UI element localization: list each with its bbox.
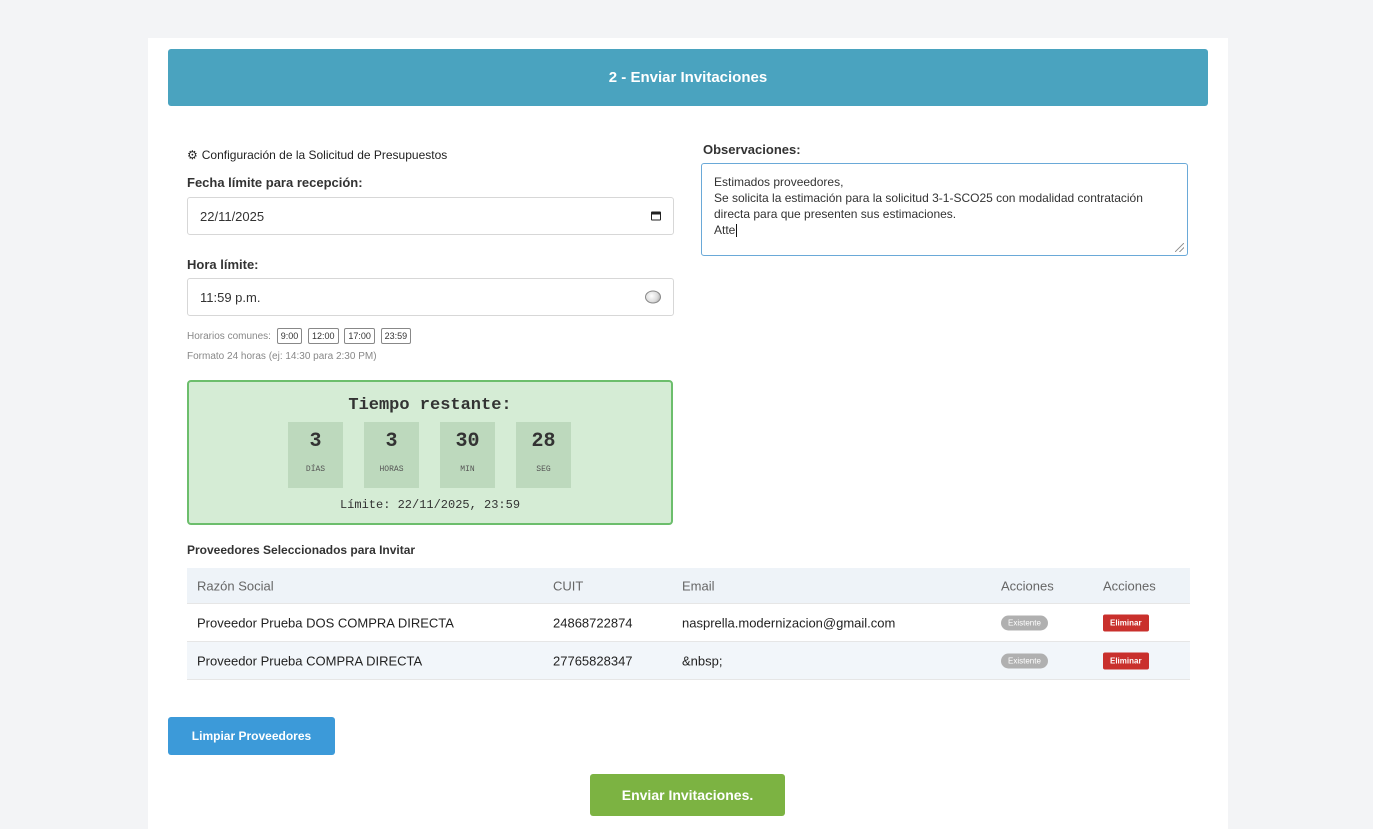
time-label: Hora límite: (187, 257, 259, 272)
gear-icon: ⚙ (187, 148, 198, 162)
col-razon-social: Razón Social (197, 578, 274, 593)
col-acciones-1: Acciones (1001, 578, 1054, 593)
supplier-cuit: 27765828347 (553, 653, 633, 668)
time-chip-12[interactable]: 12:00 (308, 328, 339, 344)
format-hint: Formato 24 horas (ej: 14:30 para 2:30 PM… (187, 351, 377, 362)
observations-label: Observaciones: (703, 142, 801, 157)
delete-button[interactable]: Eliminar (1103, 614, 1149, 631)
supplier-email: &nbsp; (682, 653, 723, 668)
supplier-name: Proveedor Prueba COMPRA DIRECTA (197, 653, 423, 668)
send-invitations-button[interactable]: Enviar Invitaciones. (590, 774, 785, 816)
suppliers-title: Proveedores Seleccionados para Invitar (187, 543, 416, 557)
col-cuit: CUIT (553, 578, 584, 593)
clock-icon[interactable] (645, 290, 661, 304)
config-section-label: Configuración de la Solicitud de Presupu… (201, 148, 448, 162)
calendar-icon[interactable] (651, 211, 661, 221)
countdown-days: 3 DÍAS (288, 422, 343, 488)
status-badge: Existente (1001, 653, 1048, 668)
countdown-seconds: 28 SEG (516, 422, 571, 488)
countdown-hours-label: HORAS (379, 465, 404, 474)
common-times-row: Horarios comunes: 9:00 12:00 17:00 23:59 (187, 328, 412, 344)
countdown-days-value: 3 (309, 430, 322, 453)
observations-text: Estimados proveedores, Se solicita la es… (714, 175, 1143, 237)
col-acciones-2: Acciones (1103, 578, 1156, 593)
table-row: Proveedor Prueba COMPRA DIRECTA 27765828… (187, 642, 1190, 680)
deadline-label: Fecha límite para recepción: (187, 175, 363, 190)
countdown-panel: Tiempo restante: 3 DÍAS 3 HORAS 30 MIN 2… (187, 380, 673, 525)
countdown-seconds-label: SEG (536, 465, 551, 474)
supplier-name: Proveedor Prueba DOS COMPRA DIRECTA (197, 615, 454, 630)
supplier-email: nasprella.modernizacion@gmail.com (682, 615, 896, 630)
observations-textarea[interactable]: Estimados proveedores, Se solicita la es… (701, 163, 1188, 256)
countdown-minutes: 30 MIN (440, 422, 495, 488)
page-title: 2 - Enviar Invitaciones (608, 69, 768, 86)
status-badge: Existente (1001, 615, 1048, 630)
col-email: Email (682, 578, 715, 593)
countdown-seconds-value: 28 (531, 430, 556, 453)
config-section-title: ⚙ Configuración de la Solicitud de Presu… (187, 148, 447, 162)
countdown-days-label: DÍAS (305, 465, 326, 474)
deadline-date-value: 22/11/2025 (200, 208, 265, 224)
countdown-hours: 3 HORAS (364, 422, 419, 488)
suppliers-table: Razón Social CUIT Email Acciones Accione… (187, 568, 1190, 680)
resize-handle[interactable] (1175, 243, 1184, 252)
deadline-date-input[interactable]: 22/11/2025 (187, 197, 674, 235)
delete-button[interactable]: Eliminar (1103, 652, 1149, 669)
time-input[interactable]: 11:59 p.m. (187, 278, 674, 316)
time-chip-2359[interactable]: 23:59 (380, 328, 412, 344)
countdown-minutes-label: MIN (460, 465, 475, 474)
countdown-hours-value: 3 (385, 430, 398, 453)
time-value: 11:59 p.m. (200, 289, 261, 305)
countdown-minutes-value: 30 (455, 430, 480, 453)
supplier-cuit: 24868722874 (553, 615, 633, 630)
table-header: Razón Social CUIT Email Acciones Accione… (187, 568, 1190, 604)
text-caret (736, 224, 738, 238)
common-times-label: Horarios comunes: (187, 331, 271, 342)
clear-suppliers-button[interactable]: Limpiar Proveedores (168, 717, 335, 755)
time-chip-9[interactable]: 9:00 (276, 328, 303, 344)
table-row: Proveedor Prueba DOS COMPRA DIRECTA 2486… (187, 604, 1190, 642)
countdown-limit: Límite: 22/11/2025, 23:59 (339, 498, 521, 512)
countdown-title: Tiempo restante: (348, 396, 512, 415)
time-chip-17[interactable]: 17:00 (344, 328, 375, 344)
page-header: 2 - Enviar Invitaciones (168, 49, 1208, 106)
